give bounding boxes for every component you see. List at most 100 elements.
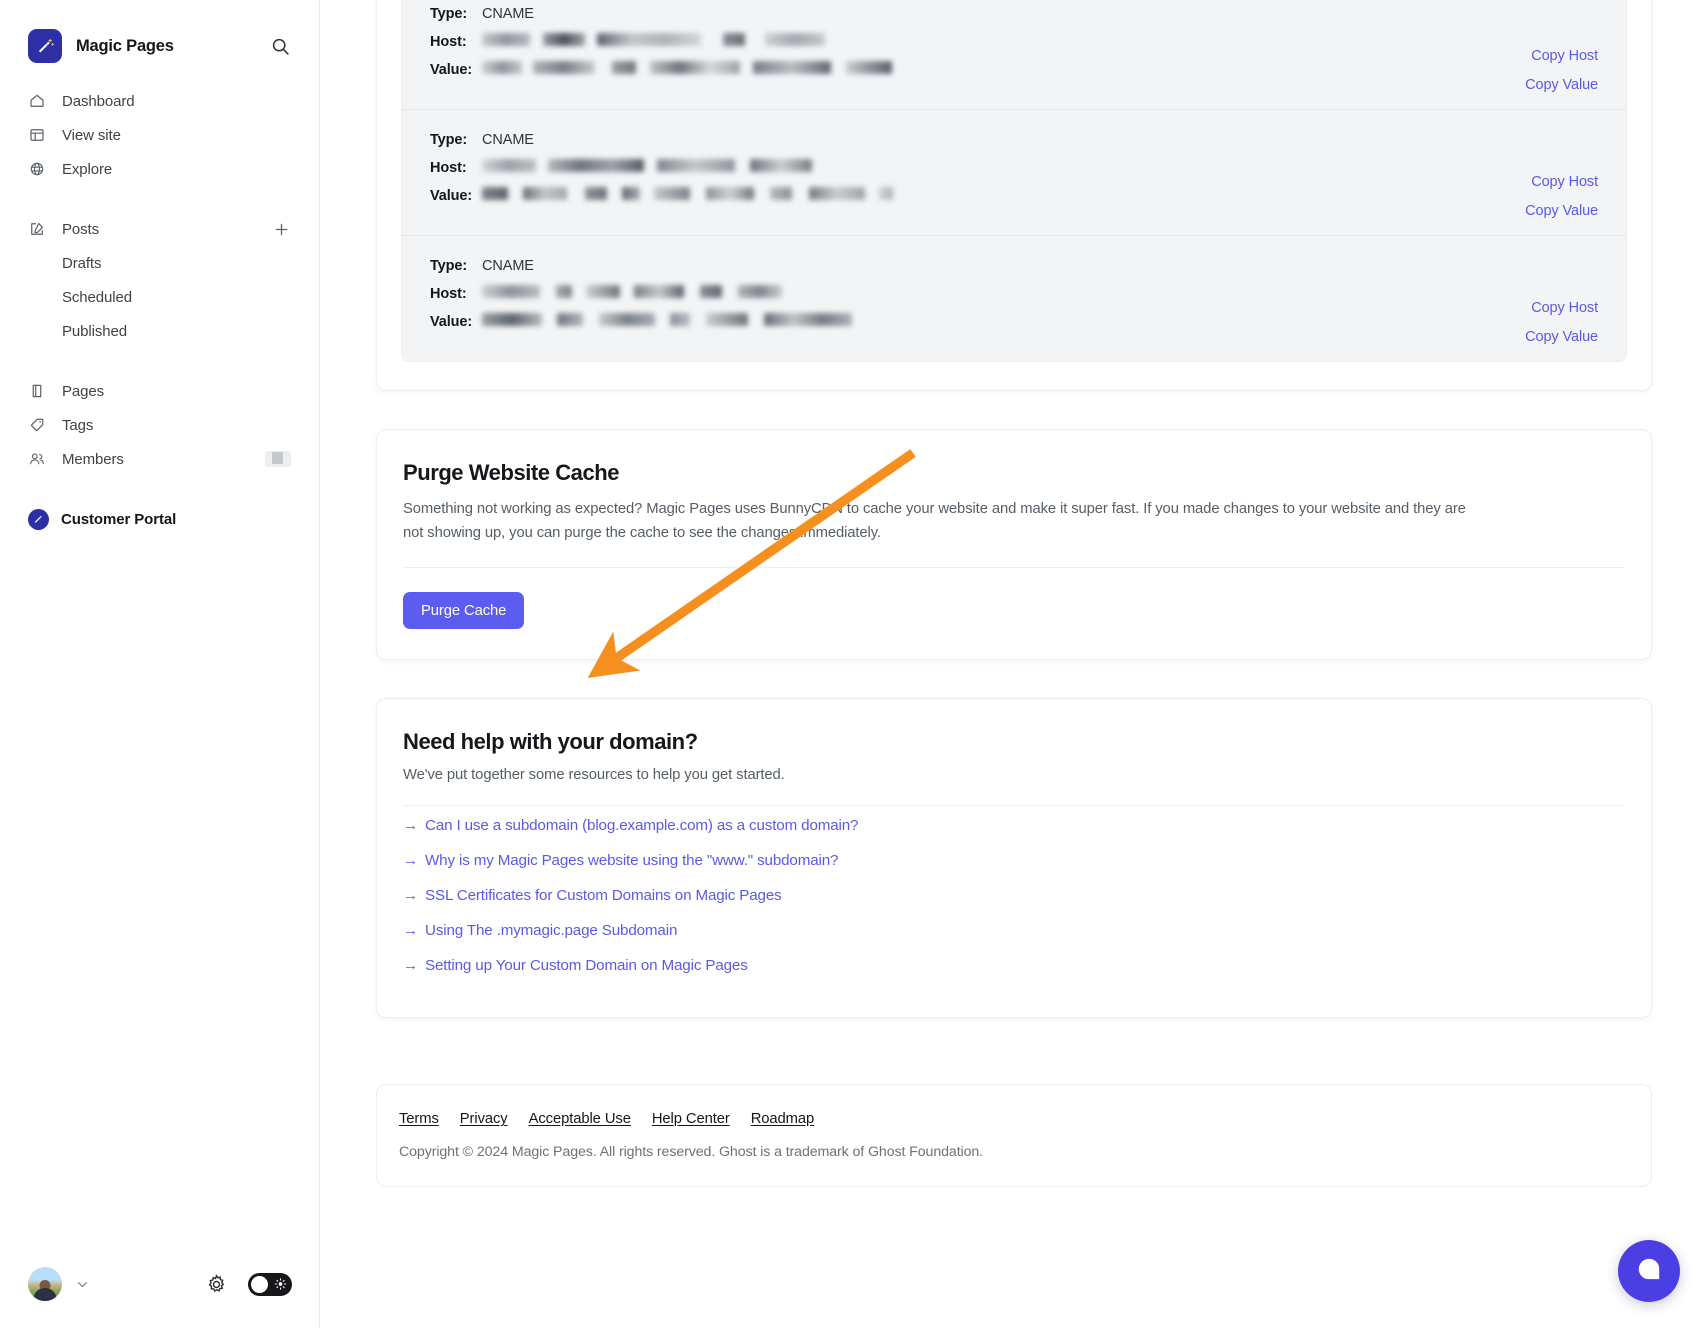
divider (403, 567, 1625, 569)
copy-value-link[interactable]: Copy Value (1525, 329, 1598, 345)
sidebar-item-label: Posts (62, 220, 100, 238)
footer-links: Terms Privacy Acceptable Use Help Center… (399, 1111, 1629, 1127)
avatar[interactable] (28, 1267, 62, 1301)
members-count-badge (265, 451, 291, 467)
arrow-right-icon: → (403, 922, 418, 940)
dns-value-line: Value: (430, 61, 1598, 78)
dns-type-label: Type: (430, 132, 468, 148)
footer-link-terms[interactable]: Terms (399, 1111, 439, 1127)
purge-cache-button[interactable]: Purge Cache (403, 592, 525, 630)
sidebar-item-label: Dashboard (62, 92, 135, 110)
nav-group-content: Posts Drafts Scheduled Published (0, 212, 319, 348)
app-root: Magic Pages Dashboard View site Explore … (0, 0, 1708, 1328)
magic-wand-icon (28, 29, 62, 63)
footer-link-acceptable-use[interactable]: Acceptable Use (529, 1111, 631, 1127)
dns-value-label: Value: (430, 187, 473, 204)
sidebar-item-tags[interactable]: Tags (0, 408, 319, 442)
dns-value-line: Value: (430, 313, 1598, 330)
dns-host-line: Host: (430, 159, 1598, 176)
arrow-right-icon: → (403, 957, 418, 975)
sidebar-item-label: Customer Portal (61, 510, 177, 528)
dns-record-row: Type: CNAME Host: Value: Copy Host Copy … (402, 109, 1626, 235)
footer-link-privacy[interactable]: Privacy (460, 1111, 508, 1127)
sidebar-item-posts[interactable]: Posts (0, 212, 319, 246)
sidebar-item-published[interactable]: Published (0, 314, 319, 348)
dns-type-line: Type: CNAME (430, 258, 1598, 274)
dns-type-value: CNAME (482, 258, 534, 274)
sidebar-item-customer-portal[interactable]: Customer Portal (0, 502, 319, 536)
nav-group-taxonomy: Pages Tags Members (0, 374, 319, 476)
copy-value-link[interactable]: Copy Value (1525, 203, 1598, 219)
dns-type-value: CNAME (482, 6, 534, 22)
main-content: Type: CNAME Host: Value: Copy Host Copy … (320, 0, 1708, 1328)
dns-type-line: Type: CNAME (430, 132, 1598, 148)
sidebar-item-explore[interactable]: Explore (0, 152, 319, 186)
dns-host-line: Host: (430, 285, 1598, 302)
arrow-right-icon: → (403, 887, 418, 905)
help-link[interactable]: → Can I use a subdomain (blog.example.co… (401, 808, 1627, 843)
copy-host-link[interactable]: Copy Host (1531, 300, 1598, 316)
plus-icon[interactable] (272, 220, 291, 239)
dns-type-label: Type: (430, 258, 468, 274)
sidebar-item-drafts[interactable]: Drafts (0, 246, 319, 280)
dns-host-label: Host: (430, 159, 467, 176)
help-link[interactable]: → Why is my Magic Pages website using th… (401, 843, 1627, 878)
sidebar-item-dashboard[interactable]: Dashboard (0, 84, 319, 118)
help-link[interactable]: → SSL Certificates for Custom Domains on… (401, 878, 1627, 913)
dns-host-label: Host: (430, 33, 467, 50)
sidebar-item-label: View site (62, 126, 121, 144)
help-link[interactable]: → Setting up Your Custom Domain on Magic… (401, 948, 1627, 983)
sidebar-footer (0, 1240, 320, 1328)
dns-value-value-redacted (482, 61, 892, 78)
search-icon[interactable] (270, 36, 291, 57)
dns-host-value-redacted (482, 285, 782, 302)
dns-records-list: Type: CNAME Host: Value: Copy Host Copy … (401, 0, 1627, 362)
sidebar-brand: Magic Pages (0, 0, 319, 63)
help-link-label: Why is my Magic Pages website using the … (425, 852, 839, 870)
sidebar-item-members[interactable]: Members (0, 442, 319, 476)
sun-icon (274, 1278, 287, 1291)
copy-value-link[interactable]: Copy Value (1525, 77, 1598, 93)
copy-host-link[interactable]: Copy Host (1531, 174, 1598, 190)
footer-link-roadmap[interactable]: Roadmap (751, 1111, 815, 1127)
dns-record-row: Type: CNAME Host: Value: Copy Host Copy … (402, 235, 1626, 361)
footer-link-help-center[interactable]: Help Center (652, 1111, 730, 1127)
sidebar-item-label: Members (62, 450, 124, 468)
dns-host-line: Host: (430, 33, 1598, 50)
dns-type-line: Type: CNAME (430, 6, 1598, 22)
domain-help-card: Need help with your domain? We've put to… (376, 698, 1652, 1019)
dns-host-value-redacted (482, 33, 825, 50)
gear-icon[interactable] (205, 1273, 228, 1296)
dns-type-value: CNAME (482, 132, 534, 148)
dns-value-label: Value: (430, 61, 473, 78)
chevron-down-icon[interactable] (74, 1276, 91, 1293)
help-link-label: SSL Certificates for Custom Domains on M… (425, 887, 782, 905)
help-link[interactable]: → Using The .mymagic.page Subdomain (401, 913, 1627, 948)
arrow-right-icon: → (403, 852, 418, 870)
dns-host-value-redacted (482, 159, 812, 176)
purge-description: Something not working as expected? Magic… (403, 501, 1466, 541)
sidebar: Magic Pages Dashboard View site Explore … (0, 0, 320, 1328)
copy-host-link[interactable]: Copy Host (1531, 48, 1598, 64)
dark-mode-toggle[interactable] (248, 1272, 292, 1296)
sidebar-nav: Dashboard View site Explore Posts Drafts… (0, 62, 319, 536)
footer-copyright: Copyright © 2024 Magic Pages. All rights… (399, 1144, 984, 1161)
dns-value-line: Value: (430, 187, 1598, 204)
help-links-list: → Can I use a subdomain (blog.example.co… (401, 808, 1627, 983)
book-icon (28, 382, 50, 400)
brand-title: Magic Pages (76, 36, 174, 55)
sidebar-item-view-site[interactable]: View site (0, 118, 319, 152)
sidebar-item-label: Scheduled (62, 288, 132, 306)
sidebar-item-label: Explore (62, 160, 113, 178)
nav-group-main: Dashboard View site Explore (0, 84, 319, 186)
page-title: Purge Website Cache (403, 460, 620, 485)
sidebar-item-scheduled[interactable]: Scheduled (0, 280, 319, 314)
dns-value-value-redacted (482, 313, 852, 330)
sidebar-item-label: Drafts (62, 254, 102, 272)
help-subtitle: We've put together some resources to hel… (403, 767, 785, 784)
home-icon (28, 92, 50, 110)
chat-launcher-button[interactable] (1618, 1240, 1680, 1302)
sidebar-item-label: Published (62, 322, 127, 340)
dns-host-label: Host: (430, 285, 467, 302)
sidebar-item-pages[interactable]: Pages (0, 374, 319, 408)
